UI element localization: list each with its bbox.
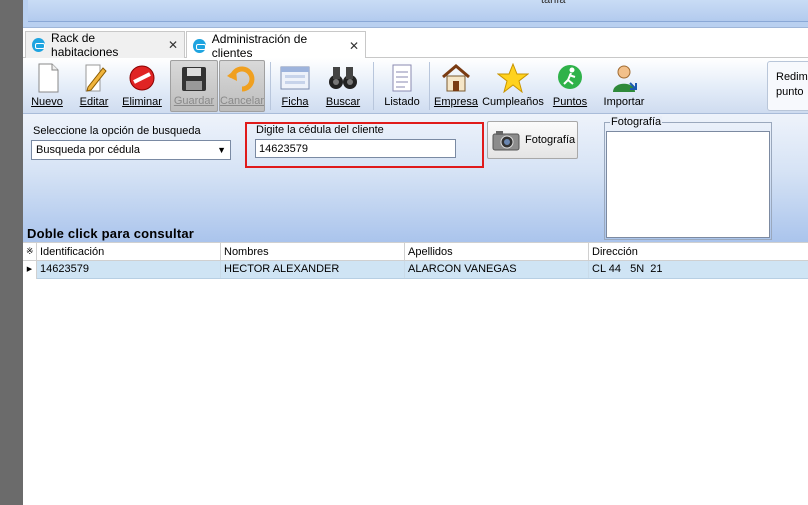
photo-button[interactable]: Fotografía xyxy=(487,121,578,159)
person-import-icon xyxy=(613,65,637,92)
import-button[interactable]: Importar xyxy=(599,60,649,112)
ficha-button[interactable]: Ficha xyxy=(273,60,317,112)
delete-no-icon xyxy=(129,65,155,91)
toolbar-separator xyxy=(373,62,374,110)
column-header[interactable]: Nombres xyxy=(221,243,405,261)
column-header[interactable]: Identificación xyxy=(37,243,221,261)
grid-title: Doble click para consultar xyxy=(27,226,195,241)
cedula-label: Digite la cédula del cliente xyxy=(256,124,384,136)
save-button[interactable]: Guardar xyxy=(170,60,218,112)
tab-administracion-clientes[interactable]: Administración de clientes ✕ xyxy=(186,31,366,60)
table-row[interactable]: ▶ 14623579 HECTOR ALEXANDER ALARCON VANE… xyxy=(23,261,808,279)
cell-direccion: CL 44 5N 21 xyxy=(592,263,663,275)
hotel-bell-icon xyxy=(193,38,206,53)
top-banner: tarifa xyxy=(23,0,808,28)
new-button[interactable]: Nuevo xyxy=(27,60,67,112)
cell-identificacion: 14623579 xyxy=(37,261,221,278)
binoculars-search-icon xyxy=(329,67,357,89)
runner-points-icon xyxy=(558,65,582,89)
cell-apellidos: ALARCON VANEGAS xyxy=(405,261,589,278)
new-document-icon xyxy=(38,63,59,93)
toolbar: Nuevo Editar Eliminar Guardar Cancelar F… xyxy=(23,58,808,114)
camera-icon xyxy=(492,131,520,151)
points-button[interactable]: Puntos xyxy=(547,60,593,112)
edit-button[interactable]: Editar xyxy=(71,60,117,112)
left-window-edge xyxy=(0,0,23,505)
tab-label: Rack de habitaciones xyxy=(51,31,119,59)
chevron-down-icon: ▼ xyxy=(217,145,226,155)
redeem-points-button[interactable]: Redim punto xyxy=(767,61,808,111)
grid-header: ※ Identificación Nombres Apellidos Direc… xyxy=(23,242,808,261)
cedula-input[interactable] xyxy=(255,139,456,158)
row-indicator-icon: ▶ xyxy=(23,261,37,279)
select-all-icon[interactable]: ※ xyxy=(23,243,37,261)
search-button[interactable]: Buscar xyxy=(320,60,366,112)
close-icon[interactable]: ✕ xyxy=(349,39,359,53)
list-button[interactable]: Listado xyxy=(379,60,425,112)
search-option-select[interactable]: Busqueda por cédula ▼ xyxy=(31,140,231,160)
hotel-bell-icon xyxy=(32,38,46,52)
search-option-label: Seleccione la opción de busqueda xyxy=(33,125,201,137)
pencil-edit-icon xyxy=(85,64,107,92)
undo-cancel-icon xyxy=(227,66,255,92)
column-header[interactable]: Dirección xyxy=(589,243,808,261)
birthday-button[interactable]: Cumpleaños xyxy=(481,60,545,112)
photo-group-label: Fotografía xyxy=(610,116,663,128)
photo-frame xyxy=(606,131,770,238)
banner-text: tarifa xyxy=(541,0,566,6)
tab-label: Administración de clientes xyxy=(211,31,308,60)
list-document-icon xyxy=(392,64,412,92)
cell-nombres: HECTOR ALEXANDER xyxy=(221,261,405,278)
house-company-icon xyxy=(442,64,470,92)
column-header[interactable]: Apellidos xyxy=(405,243,589,261)
form-card-icon xyxy=(280,66,310,90)
toolbar-separator xyxy=(270,62,271,110)
tab-rack-habitaciones[interactable]: Rack de habitaciones ✕ xyxy=(25,31,185,59)
toolbar-separator xyxy=(429,62,430,110)
star-birthday-icon xyxy=(497,63,529,93)
delete-button[interactable]: Eliminar xyxy=(119,60,165,112)
close-icon[interactable]: ✕ xyxy=(168,38,178,52)
tab-bar: Rack de habitaciones ✕ Administración de… xyxy=(23,28,808,60)
floppy-save-icon xyxy=(182,67,206,91)
clients-grid[interactable]: ※ Identificación Nombres Apellidos Direc… xyxy=(23,242,808,505)
company-button[interactable]: Empresa xyxy=(432,60,480,112)
cancel-button[interactable]: Cancelar xyxy=(219,60,265,112)
